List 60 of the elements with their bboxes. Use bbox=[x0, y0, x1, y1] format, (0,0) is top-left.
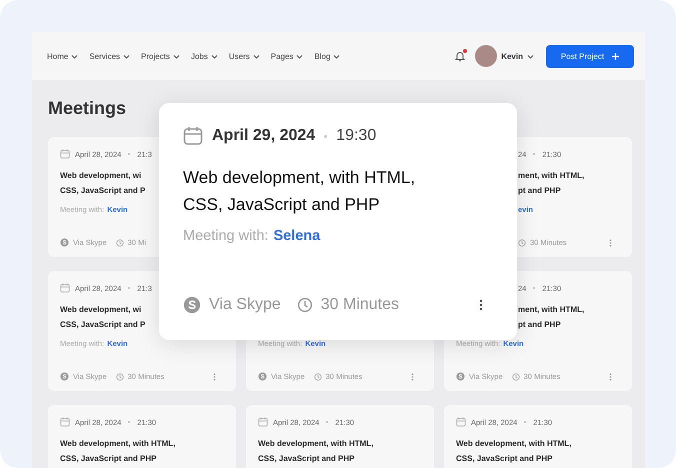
skype-icon bbox=[183, 296, 201, 314]
meeting-platform: Via Skype bbox=[209, 296, 281, 314]
clock-icon bbox=[518, 238, 526, 246]
meeting-title: Web development, wi CSS, JavaScript and P bbox=[60, 170, 146, 197]
skype-icon bbox=[60, 238, 69, 247]
clock-icon bbox=[296, 297, 313, 313]
chevron-down-icon bbox=[71, 54, 78, 58]
post-project-button[interactable]: Post Project bbox=[546, 44, 634, 68]
meeting-title: ment, with HTML, pt and PHP bbox=[518, 170, 584, 197]
skype-icon bbox=[60, 372, 69, 381]
meeting-title: Web development, with HTML, CSS, JavaScript and PHP bbox=[456, 438, 572, 465]
separator-dot bbox=[524, 421, 526, 423]
user-menu[interactable]: Kevin bbox=[475, 45, 534, 67]
calendar-icon bbox=[60, 283, 70, 293]
separator-dot bbox=[324, 134, 328, 138]
clock-icon bbox=[314, 372, 322, 380]
more-options-icon[interactable] bbox=[478, 299, 483, 311]
meeting-title: Web development, with HTML, CSS, JavaScript and PHP bbox=[60, 438, 176, 465]
separator-dot bbox=[533, 153, 536, 155]
nav-menu-item[interactable]: Jobs bbox=[190, 52, 218, 60]
calendar-icon bbox=[258, 417, 268, 427]
separator-dot bbox=[128, 287, 130, 289]
clock-icon bbox=[116, 372, 124, 380]
meeting-time: 19:30 bbox=[336, 127, 376, 145]
meeting-title: Web development, with HTML, CSS, JavaScript and PHP bbox=[183, 167, 416, 216]
separator-dot bbox=[128, 153, 130, 155]
separator-dot bbox=[326, 421, 328, 423]
chevron-down-icon bbox=[172, 54, 180, 58]
nav-menu-item[interactable]: Users bbox=[228, 52, 260, 60]
calendar-icon bbox=[456, 417, 466, 427]
skype-icon bbox=[258, 372, 267, 381]
chevron-down-icon bbox=[123, 54, 130, 58]
avatar bbox=[475, 45, 498, 67]
nav-menu-item[interactable]: Blog bbox=[314, 52, 340, 60]
chevron-down-icon bbox=[333, 54, 340, 58]
participant-link[interactable]: Selena bbox=[273, 228, 320, 244]
separator-dot bbox=[533, 287, 536, 289]
meeting-title: ment, with HTML, pt and PHP bbox=[518, 304, 584, 331]
nav-menu-item[interactable]: Services bbox=[89, 52, 130, 60]
plus-icon bbox=[612, 52, 620, 60]
meeting-duration: 30 Minutes bbox=[320, 296, 400, 314]
meeting-title: Web development, with HTML, CSS, JavaScript and PHP bbox=[258, 438, 374, 465]
calendar-icon bbox=[60, 149, 70, 159]
clock-icon bbox=[512, 372, 520, 380]
nav-menu-item[interactable]: Home bbox=[47, 52, 78, 60]
calendar-icon bbox=[183, 126, 203, 146]
chevron-down-icon bbox=[210, 54, 218, 58]
page-title: Meetings bbox=[48, 97, 128, 119]
separator-dot bbox=[128, 421, 130, 423]
nav-menu-item[interactable]: Pages bbox=[270, 52, 304, 60]
meeting-with-label: Meeting with: bbox=[183, 228, 268, 244]
chevron-down-icon bbox=[252, 54, 260, 58]
clock-icon bbox=[116, 238, 124, 246]
nav-menu-item[interactable]: Projects bbox=[141, 52, 180, 60]
meeting-date: April 29, 2024 bbox=[212, 127, 316, 145]
chevron-down-icon bbox=[527, 54, 534, 58]
skype-icon bbox=[456, 372, 465, 381]
chevron-down-icon bbox=[296, 54, 304, 58]
calendar-icon bbox=[60, 417, 70, 427]
meeting-title: Web development, wi CSS, JavaScript and P bbox=[60, 304, 146, 331]
